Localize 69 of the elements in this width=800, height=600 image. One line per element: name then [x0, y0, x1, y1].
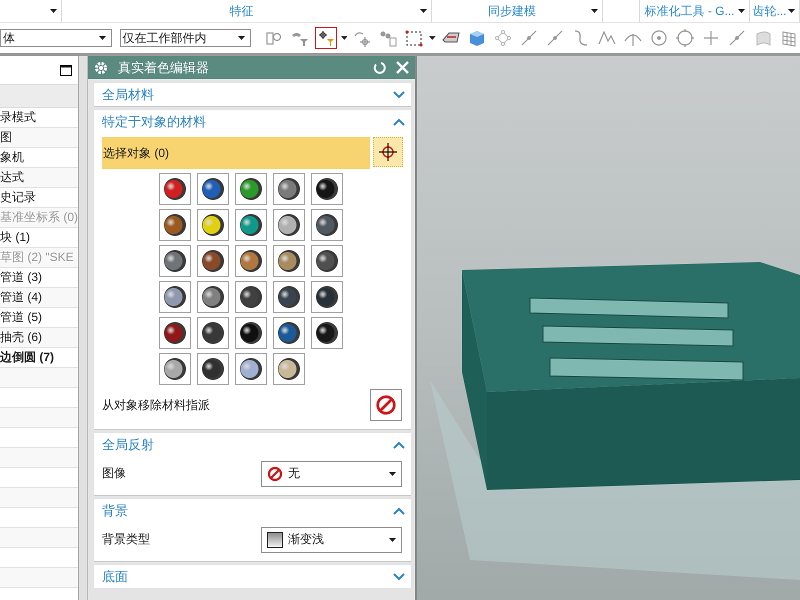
surface-icon: [756, 32, 770, 46]
prohibited-icon[interactable]: [375, 394, 397, 416]
chevron-up-icon[interactable]: [393, 118, 405, 126]
dialog-title: 真实着色编辑器: [118, 58, 210, 76]
toolbar-button[interactable]: [314, 27, 337, 49]
chevron-down-icon[interactable]: [393, 572, 405, 580]
cube-icon: [470, 31, 484, 46]
remove-material-label: 从对象移除材料指派: [102, 396, 210, 414]
caret-icon[interactable]: [389, 472, 396, 476]
field-label: 图像: [102, 465, 126, 482]
filter-dropdown[interactable]: 体: [0, 29, 112, 47]
caret-icon[interactable]: [738, 9, 745, 13]
chevron-down-icon[interactable]: [393, 90, 405, 98]
plus-icon: [703, 30, 719, 46]
line-icon: [548, 30, 562, 46]
reset-icon[interactable]: [373, 61, 386, 74]
ribbon-group-label: 特征: [230, 2, 254, 20]
chevron-up-icon[interactable]: [393, 440, 405, 448]
ribbon-group-label: 标准化工具 - G...: [644, 2, 734, 20]
field-label: 背景类型: [102, 531, 150, 548]
caret-icon[interactable]: [98, 36, 106, 40]
caret-icon[interactable]: [238, 36, 245, 40]
chevron-up-icon[interactable]: [393, 506, 405, 514]
caret-icon[interactable]: [591, 9, 598, 13]
tree-item[interactable]: 达式: [0, 168, 78, 188]
arc-icon: [624, 33, 642, 47]
section-header[interactable]: 背景: [94, 499, 411, 522]
curve-icon: [574, 30, 588, 46]
caret-icon[interactable]: [50, 9, 57, 13]
maximize-icon[interactable]: [60, 64, 72, 76]
select-object-label[interactable]: 选择对象 (0): [102, 137, 370, 169]
section-header[interactable]: 特定于对象的材料: [94, 110, 411, 133]
close-icon[interactable]: [396, 61, 409, 74]
section-header[interactable]: 全局材料: [94, 83, 411, 106]
spline-icon: [598, 30, 616, 44]
parts-icon: [380, 32, 397, 46]
dropdown[interactable]: 无: [261, 460, 402, 486]
line-icon: [522, 30, 536, 46]
tree-item[interactable]: 抽壳 (6): [0, 328, 78, 348]
grid-icon: [782, 32, 796, 47]
caret-icon[interactable]: [429, 36, 436, 40]
ribbon-group-label: 同步建模: [488, 2, 536, 20]
circle-center-icon: [651, 30, 667, 46]
rotate-crosshair-icon: [354, 32, 371, 48]
section-header[interactable]: 底面: [94, 565, 411, 588]
crosshair-icon[interactable]: [378, 142, 398, 162]
caret-icon[interactable]: [788, 9, 795, 13]
prohibited-icon: [267, 466, 283, 482]
tree-item[interactable]: 图: [0, 128, 78, 148]
snap-filter-icon: [318, 30, 334, 46]
gradient-swatch-icon: [267, 532, 283, 548]
ribbon-group-label: 齿轮...: [752, 2, 787, 20]
circle-points-icon: [675, 28, 695, 48]
nodes-icon: [495, 30, 511, 46]
eraser-icon: [442, 32, 460, 42]
settings-icon: [94, 60, 108, 74]
caret-icon[interactable]: [420, 9, 427, 13]
section-header[interactable]: 全局反射: [94, 433, 411, 456]
filter-icon: [292, 33, 308, 46]
filter-dropdown[interactable]: 仅在工作部件内: [120, 29, 251, 47]
pick-button[interactable]: [373, 137, 403, 167]
caret-icon[interactable]: [389, 538, 396, 542]
line-icon: [730, 30, 744, 46]
assembly-icon: [266, 32, 281, 45]
marquee-select-icon: [406, 30, 423, 46]
caret-icon[interactable]: [340, 36, 348, 40]
remove-material-button[interactable]: [370, 389, 402, 421]
dropdown[interactable]: 渐变浅: [261, 526, 402, 552]
tree-item[interactable]: 管道 (4): [0, 288, 78, 308]
